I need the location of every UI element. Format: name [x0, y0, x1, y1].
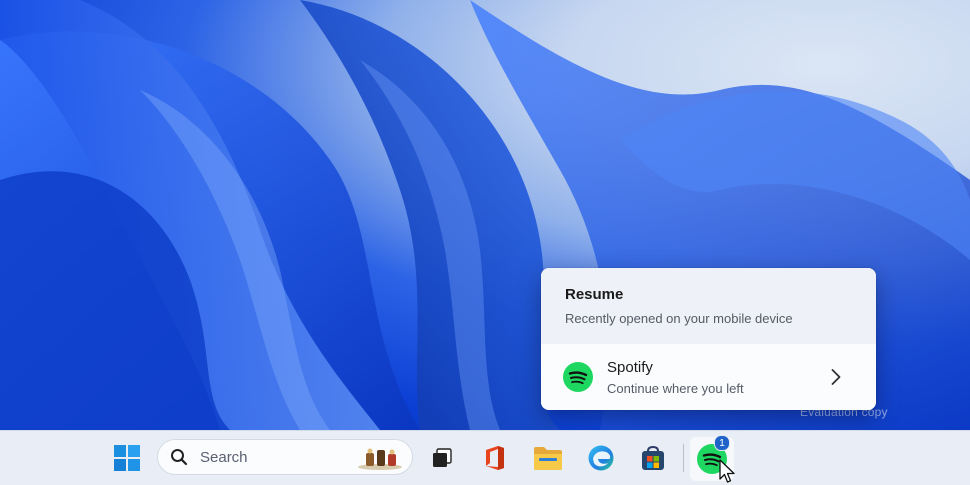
app-description: Continue where you left: [607, 380, 744, 396]
start-button[interactable]: [110, 441, 144, 475]
edge-button[interactable]: [584, 441, 618, 475]
app-name: Spotify: [607, 358, 653, 376]
store-button[interactable]: [636, 441, 670, 475]
taskbar-search-box[interactable]: Search: [157, 439, 413, 475]
flyout-title: Resume: [565, 286, 624, 303]
store-icon: [642, 445, 664, 470]
edge-icon: [588, 445, 614, 471]
app-texts: Spotify Continue where you left: [607, 359, 744, 396]
taskbar: Search: [0, 430, 970, 485]
resume-flyout: Resume Recently opened on your mobile de…: [541, 268, 876, 410]
spotify-icon: [563, 362, 593, 392]
office-button[interactable]: [478, 441, 512, 475]
office-icon: [486, 446, 504, 470]
flyout-subtitle: Recently opened on your mobile device: [565, 311, 793, 326]
notification-badge: 1: [714, 435, 730, 451]
task-view-icon: [433, 448, 452, 467]
search-label: Search: [200, 448, 248, 466]
taskbar-separator: [683, 444, 684, 472]
windows-start-icon: [114, 445, 140, 471]
task-view-button[interactable]: [425, 441, 459, 475]
chevron-right-icon: [831, 369, 841, 385]
mouse-cursor-icon: [719, 459, 735, 483]
flyout-header: Resume Recently opened on your mobile de…: [541, 268, 876, 344]
resume-spotify-item[interactable]: Spotify Continue where you left: [541, 344, 876, 410]
search-highlight-icon: [358, 448, 402, 470]
file-explorer-icon: [534, 447, 562, 470]
file-explorer-button[interactable]: [531, 441, 565, 475]
search-icon: [171, 449, 188, 466]
